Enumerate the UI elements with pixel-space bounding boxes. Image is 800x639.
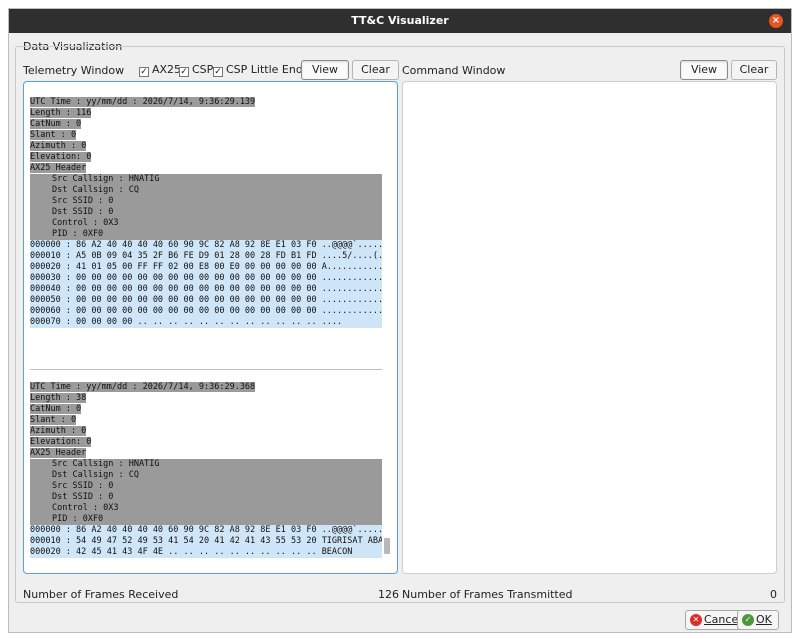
- frames-transmitted-label: Number of Frames Transmitted: [402, 588, 573, 601]
- csp-little-endian-check-box[interactable]: ✓: [213, 67, 223, 77]
- telemetry-scrollbar[interactable]: [383, 82, 391, 573]
- command-clear-button[interactable]: Clear: [731, 60, 777, 80]
- command-pane[interactable]: [402, 81, 777, 574]
- frame2-header-line: Length : 38: [30, 393, 87, 403]
- frames-received-label: Number of Frames Received: [23, 588, 179, 601]
- telemetry-view-button[interactable]: View: [301, 60, 349, 80]
- ax25-check-box[interactable]: ✓: [139, 67, 149, 77]
- frame1-header-line: Slant : 0: [30, 130, 77, 140]
- frame2-header-line: CatNum : 0: [30, 404, 82, 414]
- frame1-header-line: UTC Time : yy/mm/dd : 2026/7/14, 9:36:29…: [30, 97, 256, 107]
- frame2-header-line: Azimuth : 0: [30, 426, 87, 436]
- frame1-hex-line: 000010 : A5 0B 09 04 35 2F B6 FE D9 01 2…: [30, 251, 382, 262]
- csp-checkbox-label: CSP: [192, 63, 214, 76]
- frame1-header-line: Elevation: 0: [30, 152, 92, 162]
- frame2-ax25-line: Src SSID : 0: [30, 481, 382, 492]
- frame1-ax25-line: Src Callsign : HNATIG: [30, 174, 382, 185]
- frame2-ax25-line: Dst Callsign : CQ: [30, 470, 382, 481]
- frame1-hex-line: 000030 : 00 00 00 00 00 00 00 00 00 00 0…: [30, 273, 382, 284]
- frame1-header-line: AX25 Header: [30, 163, 87, 173]
- frame2-ax25-line: Control : 0X3: [30, 503, 382, 514]
- telemetry-clear-button[interactable]: Clear: [352, 60, 399, 80]
- frame1-ax25-line: Control : 0X3: [30, 218, 382, 229]
- ok-button[interactable]: ✓ OK: [737, 610, 779, 630]
- frame-divider: [30, 369, 382, 370]
- frame1-header-line: Azimuth : 0: [30, 141, 87, 151]
- frame2-hex-line: 000010 : 54 49 47 52 49 53 41 54 20 41 4…: [30, 536, 382, 547]
- telemetry-frame-1: UTC Time : yy/mm/dd : 2026/7/14, 9:36:29…: [30, 97, 382, 328]
- cancel-icon: ✕: [690, 614, 702, 626]
- csp-check-box[interactable]: ✓: [179, 67, 189, 77]
- frame2-header-line: Elevation: 0: [30, 437, 92, 447]
- frame2-ax25-line: PID : 0XF0: [30, 514, 382, 525]
- frame2-header-line: AX25 Header: [30, 448, 87, 458]
- title-bar: TT&C Visualizer ×: [9, 9, 791, 33]
- frames-transmitted-count: 0: [770, 588, 777, 601]
- frame1-ax25-line: Dst SSID : 0: [30, 207, 382, 218]
- telemetry-scroll-thumb[interactable]: [384, 538, 390, 554]
- telemetry-frame-2: UTC Time : yy/mm/dd : 2026/7/14, 9:36:29…: [30, 382, 382, 558]
- frame1-hex-line: 000040 : 00 00 00 00 00 00 00 00 00 00 0…: [30, 284, 382, 295]
- ok-icon: ✓: [742, 614, 754, 626]
- frame1-ax25-line: Src SSID : 0: [30, 196, 382, 207]
- frame2-ax25-line: Dst SSID : 0: [30, 492, 382, 503]
- ok-label: OK: [756, 613, 772, 626]
- frame1-header-line: CatNum : 0: [30, 119, 82, 129]
- command-window-label: Command Window: [402, 64, 506, 77]
- frame1-hex-line: 000000 : 86 A2 40 40 40 40 60 90 9C 82 A…: [30, 240, 382, 251]
- frame2-hex-line: 000000 : 86 A2 40 40 40 40 60 90 9C 82 A…: [30, 525, 382, 536]
- frame1-hex-line: 000060 : 00 00 00 00 00 00 00 00 00 00 0…: [30, 306, 382, 317]
- frames-received-count: 126: [378, 588, 399, 601]
- frame1-ax25-line: PID : 0XF0: [30, 229, 382, 240]
- ax25-checkbox[interactable]: ✓ AX25: [139, 63, 181, 77]
- frame2-ax25-line: Src Callsign : HNATIG: [30, 459, 382, 470]
- csp-checkbox[interactable]: ✓ CSP: [179, 63, 213, 77]
- frame1-ax25-line: Dst Callsign : CQ: [30, 185, 382, 196]
- ax25-checkbox-label: AX25: [152, 63, 182, 76]
- command-view-button[interactable]: View: [680, 60, 728, 80]
- frame1-header-line: Length : 116: [30, 108, 92, 118]
- frame2-header-line: Slant : 0: [30, 415, 77, 425]
- window-title: TT&C Visualizer: [351, 14, 449, 27]
- frame1-hex-line: 000020 : 41 01 05 00 FF FF 02 00 E8 00 E…: [30, 262, 382, 273]
- frame2-hex-line: 000020 : 42 45 41 43 4F 4E .. .. .. .. .…: [30, 547, 382, 558]
- telemetry-window-label: Telemetry Window: [23, 64, 125, 77]
- frame1-hex-line: 000050 : 00 00 00 00 00 00 00 00 00 00 0…: [30, 295, 382, 306]
- cancel-label: Cancel: [704, 613, 742, 626]
- frame1-hex-line: 000070 : 00 00 00 00 .. .. .. .. .. .. .…: [30, 317, 382, 328]
- ttc-visualizer-window: TT&C Visualizer × Data Visualization Tel…: [8, 8, 792, 633]
- close-window-button[interactable]: ×: [769, 14, 783, 28]
- frame2-header-line: UTC Time : yy/mm/dd : 2026/7/14, 9:36:29…: [30, 382, 256, 392]
- telemetry-pane[interactable]: UTC Time : yy/mm/dd : 2026/7/14, 9:36:29…: [23, 81, 398, 574]
